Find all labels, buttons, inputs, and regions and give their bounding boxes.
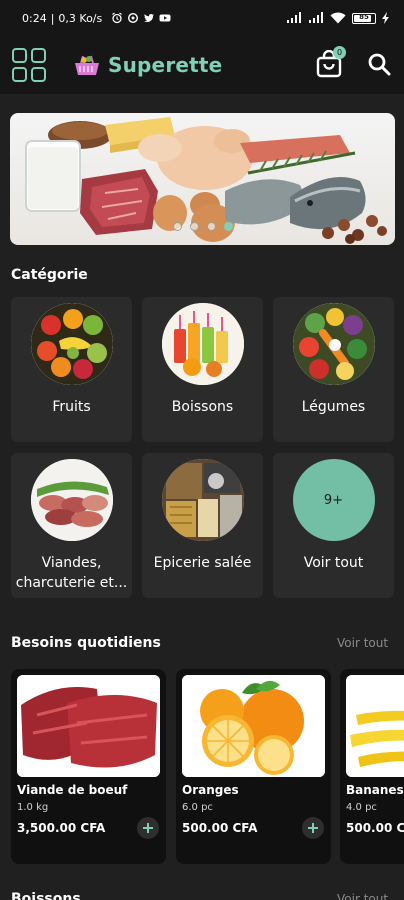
status-separator: | [50,11,55,25]
carousel-dot-active[interactable] [223,222,233,231]
category-label: Viandes, charcuterie et... [15,555,128,591]
plus-icon [308,823,318,833]
drinks-see-all-link[interactable]: Voir tout [337,892,388,900]
carousel-dot[interactable] [189,222,199,231]
carousel-dot[interactable] [206,222,216,231]
product-price: 500.00 CFA [182,821,258,835]
bananas-image [346,675,404,777]
twitter-icon [144,13,155,22]
app-bar: Superette 0 [0,36,404,94]
add-to-cart-button[interactable] [137,817,159,839]
app-title: Superette [108,53,223,77]
wifi-icon [330,12,346,24]
product-unit: 1.0 kg [17,802,49,813]
product-unit: 6.0 pc [182,802,213,813]
shopping-basket-logo-icon [75,55,99,75]
daily-needs-see-all-link[interactable]: Voir tout [337,636,388,650]
category-card-see-all[interactable]: 9+ Voir tout [273,453,394,598]
carousel-dot[interactable] [172,222,182,231]
app-screen: 0:24 | 0,3 Ko/s 85 Superette 0 Catégorie… [0,0,404,900]
meats-image [30,459,113,541]
more-categories-badge: 9+ [292,459,375,541]
product-unit: 4.0 pc [346,802,377,813]
sync-icon [128,12,139,24]
promo-banner-carousel[interactable] [10,113,395,245]
savory-groceries-image [161,459,244,541]
category-card-vegetables[interactable]: Légumes [273,297,394,442]
beef-image [17,675,160,777]
category-label: Epicerie salée [153,555,252,571]
youtube-icon [159,14,171,22]
signal-icon [287,12,301,23]
category-card-meats[interactable]: Viandes, charcuterie et... [11,453,132,598]
signal-2-icon [309,12,323,23]
drinks-section-title: Boissons [11,891,81,900]
battery-level: 85 [359,12,369,21]
status-bar: 0:24 | 0,3 Ko/s 85 [0,0,404,36]
product-card-beef[interactable]: Viande de boeuf 1.0 kg 3,500.00 CFA [11,669,166,864]
product-card-bananas[interactable]: Bananes 4.0 pc 500.00 CFA [340,669,404,864]
search-icon[interactable] [367,52,391,76]
daily-needs-section-title: Besoins quotidiens [11,635,161,651]
product-name: Viande de boeuf [17,783,128,797]
product-name: Oranges [182,783,239,797]
product-price: 3,500.00 CFA [17,821,106,835]
charging-icon [382,12,389,24]
category-label: Boissons [171,399,234,415]
category-card-drinks[interactable]: Boissons [142,297,263,442]
oranges-image [182,675,325,777]
add-to-cart-button[interactable] [302,817,324,839]
product-card-oranges[interactable]: Oranges 6.0 pc 500.00 CFA [176,669,331,864]
drinks-image [161,303,244,385]
carousel-indicators [10,222,395,231]
category-label: Fruits [52,399,91,415]
product-price: 500.00 CFA [346,821,404,835]
product-name: Bananes [346,783,404,797]
status-network-speed: 0,3 Ko/s [58,11,103,25]
status-time: 0:24 [22,11,47,25]
menu-grid-icon[interactable] [12,48,46,82]
category-card-fruits[interactable]: Fruits [11,297,132,442]
alarm-icon [112,12,123,24]
category-section-title: Catégorie [11,267,88,283]
category-card-savory-groceries[interactable]: Epicerie salée [142,453,263,598]
category-label: Légumes [301,399,366,415]
vegetables-image [292,303,375,385]
battery-icon: 85 [352,12,376,24]
category-label: Voir tout [303,555,364,571]
plus-icon [143,823,153,833]
fruits-image [30,303,113,385]
cart-count-badge: 0 [333,46,346,59]
